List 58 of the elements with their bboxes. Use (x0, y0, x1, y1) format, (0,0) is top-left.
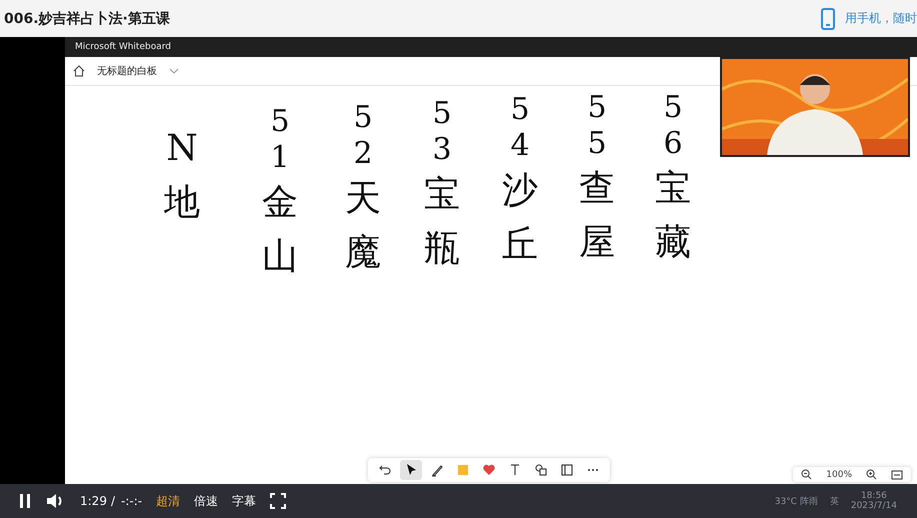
pause-icon[interactable] (18, 493, 32, 509)
zoom-in-icon[interactable] (866, 469, 877, 480)
handwritten-text: 3 (432, 132, 452, 168)
fullscreen-icon[interactable] (270, 493, 286, 509)
time-separator: / (110, 494, 115, 508)
shapes-icon (534, 463, 548, 477)
handwritten-text: 藏 (655, 221, 691, 265)
handwritten-text: 山 (262, 235, 298, 279)
handwritten-text: 6 (663, 126, 683, 162)
quality-button[interactable]: 超清 (156, 492, 180, 510)
app-title: Microsoft Whiteboard (75, 42, 171, 52)
handwritten-text: 屋 (579, 221, 615, 265)
handwritten-text: 4 (510, 128, 530, 164)
handwritten-text: 1 (270, 140, 290, 176)
subtitles-button[interactable]: 字幕 (232, 492, 256, 510)
handwritten-text: N (166, 127, 198, 171)
handwritten-text: 宝 (424, 173, 460, 217)
handwritten-text: 地 (164, 181, 200, 225)
current-time: 1:29 (80, 494, 107, 508)
text-icon (508, 463, 522, 477)
template-icon (560, 463, 574, 477)
heart-icon (482, 463, 496, 477)
handwritten-text: 魔 (345, 231, 381, 275)
board-name[interactable]: 无标题的白板 (97, 64, 157, 78)
handwritten-text: 查 (579, 167, 615, 211)
handwritten-text: 天 (345, 177, 381, 221)
handwritten-text: 金 (262, 181, 298, 225)
fit-screen-icon[interactable] (891, 470, 903, 480)
clock[interactable]: 18:56 2023/7/14 (850, 491, 897, 511)
zoom-out-icon[interactable] (801, 469, 812, 480)
zoom-level: 100% (826, 470, 852, 480)
sticky-note-icon (456, 463, 470, 477)
handwritten-text: 5 (270, 104, 290, 140)
handwritten-text: 沙 (502, 169, 538, 213)
home-icon[interactable] (73, 65, 85, 77)
handwritten-text: 2 (353, 136, 373, 172)
handwritten-text: 5 (587, 126, 607, 162)
clock-date: 2023/7/14 (850, 501, 897, 511)
handwritten-text: 5 (587, 90, 607, 126)
phone-icon[interactable] (821, 8, 835, 30)
handwritten-text: 5 (663, 90, 683, 126)
weather-text: 33°C 阵雨 (774, 496, 818, 508)
undo-icon (378, 463, 392, 477)
speed-button[interactable]: 倍速 (194, 492, 218, 510)
pen-icon (430, 463, 444, 477)
handwritten-text: 宝 (655, 167, 691, 211)
handwritten-text: 5 (432, 96, 452, 132)
clock-time: 18:56 (860, 491, 887, 501)
handwritten-text: 5 (510, 92, 530, 128)
handwritten-text: 丘 (502, 223, 538, 267)
course-title: 006.妙吉祥占卜法·第五课 (4, 10, 170, 28)
caret-icon[interactable] (169, 68, 179, 74)
input-language[interactable]: 英 (830, 494, 839, 508)
duration: -:-:- (121, 494, 142, 508)
pointer-icon (404, 463, 418, 477)
tool-button[interactable] (400, 460, 422, 480)
handwritten-text: 瓶 (424, 227, 460, 271)
handwritten-text: 5 (353, 100, 373, 136)
